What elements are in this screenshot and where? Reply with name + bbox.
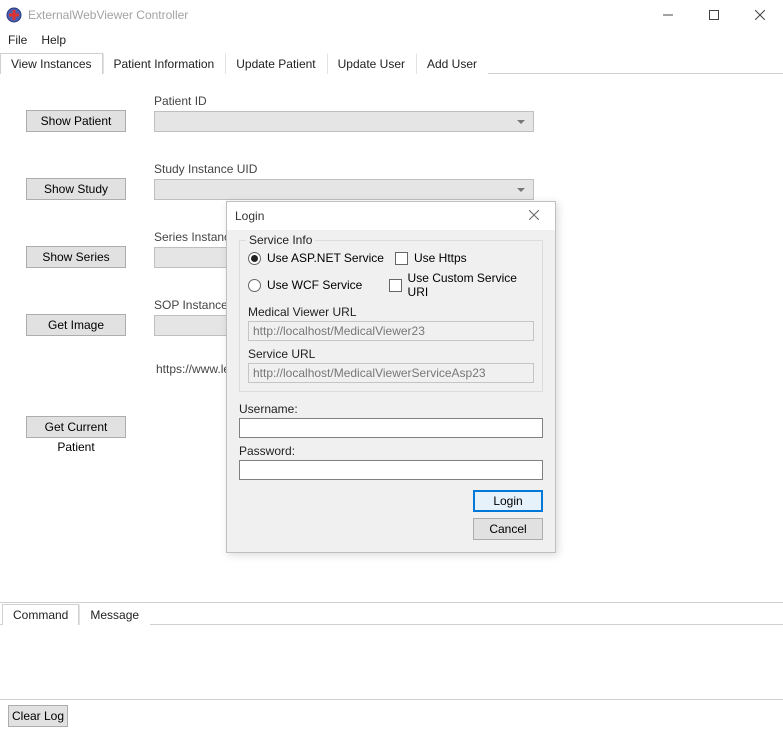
login-button[interactable]: Login [473,490,543,512]
login-dialog-title: Login [235,209,521,223]
cancel-button[interactable]: Cancel [473,518,543,540]
get-image-button[interactable]: Get Image [26,314,126,336]
tab-command[interactable]: Command [2,604,79,625]
show-series-button[interactable]: Show Series [26,246,126,268]
use-custom-uri-checkbox[interactable] [389,279,401,292]
username-input[interactable] [239,418,543,438]
show-study-button[interactable]: Show Study [26,178,126,200]
menu-help[interactable]: Help [41,33,66,47]
close-button[interactable] [737,0,783,30]
app-icon [6,7,22,23]
medical-viewer-url-label: Medical Viewer URL [248,305,534,319]
minimize-button[interactable] [645,0,691,30]
use-https-checkbox[interactable] [395,252,408,265]
username-label: Username: [239,402,543,416]
tab-patient-information[interactable]: Patient Information [103,53,226,74]
use-asp-radio[interactable] [248,252,261,265]
main-tabstrip: View Instances Patient Information Updat… [0,52,783,74]
use-wcf-label: Use WCF Service [267,278,362,292]
medical-viewer-url-input[interactable]: http://localhost/MedicalViewer23 [248,321,534,341]
maximize-button[interactable] [691,0,737,30]
bottom-bar: Clear Log [0,699,783,731]
log-panel: Command Message [0,602,783,699]
patient-id-combo[interactable] [154,111,534,132]
tab-add-user[interactable]: Add User [416,53,488,74]
get-current-patient-button[interactable]: Get Current Patient [26,416,126,438]
tab-message[interactable]: Message [79,604,150,625]
tab-update-user[interactable]: Update User [327,53,416,74]
study-uid-label: Study Instance UID [154,162,534,176]
password-input[interactable] [239,460,543,480]
menu-bar: File Help [0,30,783,50]
menu-file[interactable]: File [8,33,27,47]
service-info-group: Service Info Use ASP.NET Service Use Htt… [239,240,543,392]
login-close-button[interactable] [521,209,547,223]
clear-log-button[interactable]: Clear Log [8,705,68,727]
service-info-legend: Service Info [246,233,315,247]
show-patient-button[interactable]: Show Patient [26,110,126,132]
tab-view-instances[interactable]: View Instances [0,53,103,74]
use-asp-label: Use ASP.NET Service [267,251,384,265]
service-url-input[interactable]: http://localhost/MedicalViewerServiceAsp… [248,363,534,383]
use-https-label: Use Https [414,251,467,265]
patient-id-label: Patient ID [154,94,534,108]
window-title: ExternalWebViewer Controller [28,8,645,22]
use-wcf-radio[interactable] [248,279,261,292]
password-label: Password: [239,444,543,458]
service-url-label: Service URL [248,347,534,361]
title-bar: ExternalWebViewer Controller [0,0,783,30]
tab-update-patient[interactable]: Update Patient [225,53,326,74]
login-dialog: Login Service Info Use ASP.NET Service U… [226,201,556,553]
study-uid-combo[interactable] [154,179,534,200]
use-custom-uri-label: Use Custom Service URI [408,271,534,299]
